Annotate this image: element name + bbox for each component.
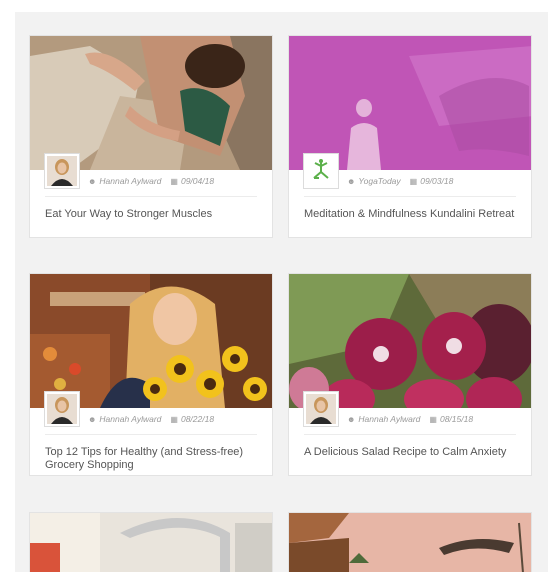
card-divider — [304, 196, 516, 197]
post-author[interactable]: Hannah Aylward — [99, 414, 161, 424]
blog-grid: ☻ Hannah Aylward ▦ 09/04/18 Eat Your Way… — [15, 12, 548, 572]
post-image-red-onions[interactable] — [289, 274, 531, 408]
post-card[interactable] — [288, 512, 532, 572]
post-title[interactable]: Meditation & Mindfulness Kundalini Retre… — [304, 208, 519, 221]
author-avatar[interactable] — [45, 154, 79, 188]
post-card[interactable] — [29, 512, 273, 572]
post-card[interactable]: ☻ Hannah Aylward ▦ 08/15/18 A Delicious … — [288, 273, 532, 476]
post-date: 09/04/18 — [180, 176, 215, 186]
post-card[interactable]: ☻ YogaToday ▦ 09/03/18 Meditation & Mind… — [288, 35, 532, 238]
calendar-icon: ▦ — [429, 414, 437, 424]
post-meta: ☻ Hannah Aylward ▦ 09/04/18 — [88, 176, 214, 186]
post-title[interactable]: Eat Your Way to Stronger Muscles — [45, 208, 260, 221]
user-icon: ☻ — [88, 176, 97, 186]
post-date: 08/15/18 — [439, 414, 474, 424]
author-avatar[interactable] — [304, 154, 338, 188]
card-divider — [45, 434, 257, 435]
post-image-desert-sunset[interactable] — [289, 513, 531, 572]
card-divider — [45, 196, 257, 197]
user-icon: ☻ — [347, 176, 356, 186]
calendar-icon: ▦ — [170, 176, 178, 186]
author-avatar[interactable] — [45, 392, 79, 426]
post-image-yoga-meditation[interactable] — [289, 36, 531, 170]
post-author[interactable]: YogaToday — [358, 176, 400, 186]
post-author[interactable]: Hannah Aylward — [99, 176, 161, 186]
user-icon: ☻ — [347, 414, 356, 424]
post-image-sunflowers[interactable] — [30, 274, 272, 408]
card-divider — [304, 434, 516, 435]
post-title[interactable]: A Delicious Salad Recipe to Calm Anxiety — [304, 446, 519, 459]
post-meta: ☻ Hannah Aylward ▦ 08/22/18 — [88, 414, 214, 424]
post-meta: ☻ YogaToday ▦ 09/03/18 — [347, 176, 453, 186]
calendar-icon: ▦ — [170, 414, 178, 424]
post-card[interactable]: ☻ Hannah Aylward ▦ 08/22/18 Top 12 Tips … — [29, 273, 273, 476]
post-author[interactable]: Hannah Aylward — [358, 414, 420, 424]
post-image-rock-climber[interactable] — [30, 36, 272, 170]
post-image-kitchen[interactable] — [30, 513, 272, 572]
post-card[interactable]: ☻ Hannah Aylward ▦ 09/04/18 Eat Your Way… — [29, 35, 273, 238]
author-avatar[interactable] — [304, 392, 338, 426]
post-meta: ☻ Hannah Aylward ▦ 08/15/18 — [347, 414, 473, 424]
user-icon: ☻ — [88, 414, 97, 424]
post-date: 08/22/18 — [180, 414, 215, 424]
calendar-icon: ▦ — [409, 176, 418, 186]
post-date: 09/03/18 — [420, 176, 454, 186]
post-title[interactable]: Top 12 Tips for Healthy (and Stress-free… — [45, 446, 260, 472]
